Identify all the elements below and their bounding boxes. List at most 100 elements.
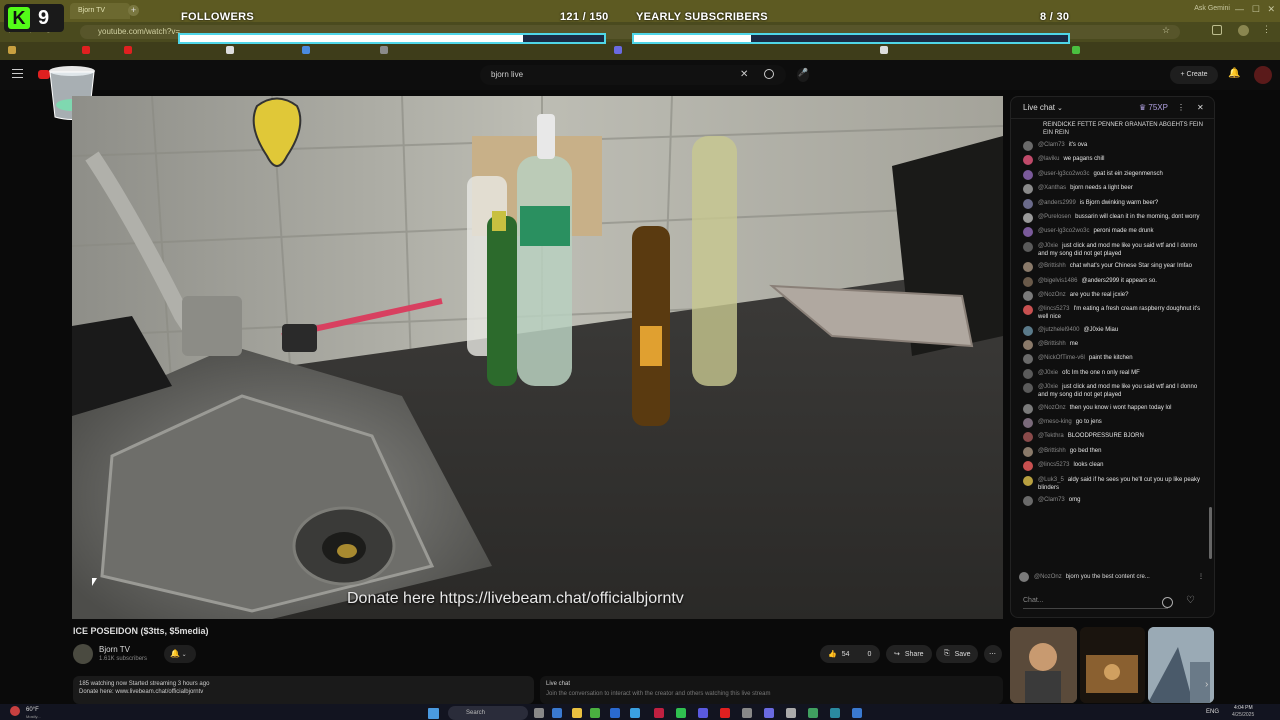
bookmark-star-icon[interactable]: ☆ [1162,25,1170,36]
chat-author[interactable]: @user-lg3co2wo3c [1038,228,1089,234]
chat-message[interactable]: @NozOnz are you the real jcxie? [1023,290,1203,301]
chat-message[interactable]: @J0xie just click and mod me like you sai… [1023,383,1203,399]
taskbar-app-icon[interactable] [830,708,840,718]
chat-author[interactable]: @jutzhelel9400 [1038,327,1079,333]
related-video-thumbnail[interactable] [1148,627,1214,703]
emoji-icon[interactable] [1162,597,1173,608]
bookmark-icon[interactable] [226,46,234,54]
weather-temp[interactable]: 60°F [26,707,39,713]
taskbar-app-icon[interactable] [572,708,582,718]
weather-icon[interactable] [10,706,20,716]
taskbar-app-icon[interactable] [720,708,730,718]
description-box[interactable]: 185 watching now Started streaming 3 hou… [73,676,534,704]
chat-author[interactable]: @Brittishh [1038,263,1066,269]
bookmark-icon[interactable] [8,46,16,54]
microphone-icon[interactable]: 🎤 [797,68,809,82]
chat-message[interactable]: @lincs5273 looks clean [1023,461,1203,472]
chat-author[interactable]: @Brittishh [1038,341,1066,347]
pinned-menu-icon[interactable]: ⋮ [1198,569,1204,585]
chat-message[interactable]: @user-lg3co2wo3c goat ist ein ziegenmensc… [1023,169,1203,180]
chat-message[interactable]: @Brittishh go bed then [1023,446,1203,457]
clock-time[interactable]: 4:04 PM [1234,705,1253,711]
start-button-icon[interactable] [428,708,439,719]
chat-author[interactable]: @lincs5273 [1038,462,1069,468]
chat-message[interactable]: @J0xie just click and mod me like you sai… [1023,241,1203,258]
chat-author[interactable]: @Brittishh [1038,448,1066,454]
chat-author[interactable]: @meso-king [1038,419,1072,425]
browser-tab[interactable]: Bjorn TV [70,3,130,19]
account-avatar[interactable] [1254,66,1272,84]
video-player[interactable]: Donate here https://livebeam.chat/offici… [72,96,1003,619]
channel-avatar[interactable] [73,644,93,664]
chat-title[interactable]: Live chat [1023,103,1055,112]
close-window-icon[interactable]: ✕ [1267,4,1275,15]
chat-scrollbar[interactable] [1209,507,1212,559]
minimize-icon[interactable]: — [1235,4,1244,14]
ask-gemini-button[interactable]: Ask Gemini [1194,5,1230,12]
chat-message[interactable]: @Clam73 it's ova [1023,141,1203,151]
chat-author[interactable]: @Xanthas [1038,185,1066,191]
bookmark-icon[interactable] [124,46,132,54]
taskbar-app-icon[interactable] [786,708,796,718]
taskbar-app-icon[interactable] [742,708,752,718]
more-actions-button[interactable]: ⋯ [984,645,1002,663]
pinned-message[interactable]: @NozOnz bjorn you the best content cre..… [1019,569,1204,585]
taskbar-app-icon[interactable] [630,708,640,718]
chat-message[interactable]: @Purelosen bussarin will clean it in the … [1023,212,1203,223]
notifications-bell-icon[interactable]: 🔔 [1228,68,1240,79]
chat-author[interactable]: @NickOfTime-v6l [1038,355,1085,361]
chat-author[interactable]: @user-lg3co2wo3c [1038,171,1089,177]
chat-message[interactable]: @anders2999 is Bjorn dwinking warm beer? [1023,198,1203,209]
chat-message[interactable]: @lincs5273 I'm eating a fresh cream raspb… [1023,305,1203,321]
chat-author[interactable]: @Clam73 [1038,142,1065,148]
chat-message[interactable]: @Brittishh chat what's your Chinese Star … [1023,262,1203,273]
taskbar-app-icon[interactable] [610,708,620,718]
bookmark-icon[interactable] [880,46,888,54]
related-video-thumbnail[interactable] [1010,627,1077,703]
bookmark-icon[interactable] [82,46,90,54]
taskbar-app-icon[interactable] [764,708,774,718]
chat-message[interactable]: @Clam73 omg [1023,495,1203,506]
new-tab-icon[interactable]: + [128,5,139,16]
bookmark-icon[interactable] [380,46,388,54]
taskbar-app-icon[interactable] [590,708,600,718]
bookmark-icon[interactable] [1072,46,1080,54]
taskbar-app-icon[interactable] [808,708,818,718]
channel-name[interactable]: Bjorn TV [99,645,130,654]
chat-close-icon[interactable]: ✕ [1197,97,1204,119]
taskbar-app-icon[interactable] [534,708,544,718]
chat-message[interactable]: @Brittishh me [1023,340,1203,351]
taskbar-app-icon[interactable] [852,708,862,718]
chat-message[interactable]: @Xanthas bjorn needs a light beer [1023,184,1203,195]
chat-author[interactable]: @bigelvis1486 [1038,278,1077,284]
chat-author[interactable]: @Purelosen [1038,214,1071,220]
clear-search-icon[interactable]: ✕ [740,69,748,80]
chat-message[interactable]: @NickOfTime-v6l paint the kitchen [1023,354,1203,365]
chat-author[interactable]: @NozOnz [1038,292,1066,298]
related-next-chevron-icon[interactable]: › [1205,679,1208,690]
clock-date[interactable]: 4/25/2025 [1232,712,1254,718]
taskbar-app-icon[interactable] [552,708,562,718]
notification-toggle[interactable]: 🔔 ⌄ [164,645,196,663]
chat-author[interactable]: @Luk3_5 [1038,477,1064,483]
chat-author[interactable]: @J0xie [1038,370,1058,376]
search-icon[interactable] [764,69,774,79]
save-button[interactable]: ⎘ Save [936,645,978,663]
profile-icon[interactable] [1238,25,1249,36]
thumbs-up-icon[interactable]: 👍 [828,650,837,658]
chat-author[interactable]: @J0xie [1038,384,1058,390]
chat-message[interactable]: @laviku we pagans chill [1023,155,1203,166]
taskbar-app-icon[interactable] [698,708,708,718]
chat-mode-chevron-icon[interactable]: ⌄ [1055,105,1063,112]
bookmark-icon[interactable] [302,46,310,54]
chat-message[interactable]: @Luk3_5 aldy said if he sees you he'll cu… [1023,475,1203,492]
taskbar-search[interactable]: Search [448,706,528,720]
chat-author[interactable]: @Clam73 [1038,497,1065,503]
chat-author[interactable]: @J0xie [1038,243,1058,249]
menu-dots-icon[interactable]: ⋮ [1262,24,1271,35]
chat-menu-icon[interactable]: ⋮ [1177,97,1185,119]
chat-author[interactable]: @anders2999 [1038,200,1076,206]
taskbar-app-icon[interactable] [654,708,664,718]
like-count[interactable]: 54 [842,651,850,658]
taskbar-app-icon[interactable] [676,708,686,718]
